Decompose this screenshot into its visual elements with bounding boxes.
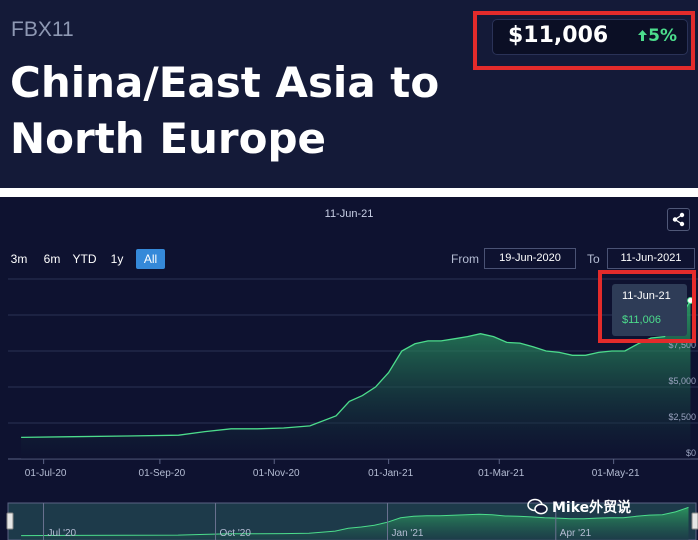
range-all-button[interactable]: All	[136, 249, 165, 269]
navigator-tick-label: Apr '21	[560, 528, 592, 539]
navigator-tick-label: Jan '21	[392, 528, 424, 539]
navigator-left-handle[interactable]	[6, 512, 14, 530]
from-label: From	[451, 252, 479, 266]
share-icon	[672, 212, 685, 227]
price-area	[21, 300, 691, 459]
ticker-symbol: FBX11	[11, 18, 74, 41]
price-chart[interactable]: $0$2,500$5,000$7,500 01-Jul-20 01-Sep-20 0…	[0, 197, 698, 540]
price-highlight-box	[473, 11, 695, 70]
x-tick-label: 01-Jul-20	[25, 468, 67, 479]
y-tick-label: $0	[686, 448, 696, 458]
to-date-input[interactable]: 11-Jun-2021	[607, 248, 695, 269]
range-ytd-button[interactable]: YTD	[71, 249, 98, 269]
navigator-tick-label: Jul '20	[48, 528, 77, 539]
chart-panel: $0 $2,500 $5,000 $7,500 01-Jul-20 01-Sep-20 0…	[0, 197, 698, 540]
x-tick-label: 01-Mar-21	[478, 468, 525, 479]
x-tick-label: 01-Sep-20	[139, 468, 186, 479]
divider	[0, 188, 698, 197]
x-tick-label: 01-May-21	[592, 468, 640, 479]
x-tick-label: 01-Jan-21	[368, 468, 413, 479]
selected-date-label: 11-Jun-21	[324, 208, 374, 220]
wechat-icon	[527, 498, 548, 515]
tooltip-highlight-box	[598, 270, 696, 343]
x-tick-label: 01-Nov-20	[253, 468, 300, 479]
watermark-text: Mike外贸说	[552, 500, 632, 516]
share-button[interactable]	[667, 208, 690, 231]
from-date-input[interactable]: 19-Jun-2020	[484, 248, 576, 269]
range-1y-button[interactable]: 1y	[107, 249, 127, 269]
range-6m-button[interactable]: 6m	[41, 249, 63, 269]
range-3m-button[interactable]: 3m	[8, 249, 30, 269]
page-title: China/East Asia to North Europe	[10, 58, 440, 163]
y-tick-label: $2,500	[668, 412, 696, 422]
to-label: To	[587, 252, 600, 266]
y-tick-label: $5,000	[668, 376, 696, 386]
navigator-tick-label: Oct '20	[220, 528, 252, 539]
navigator-right-handle[interactable]	[691, 512, 698, 530]
